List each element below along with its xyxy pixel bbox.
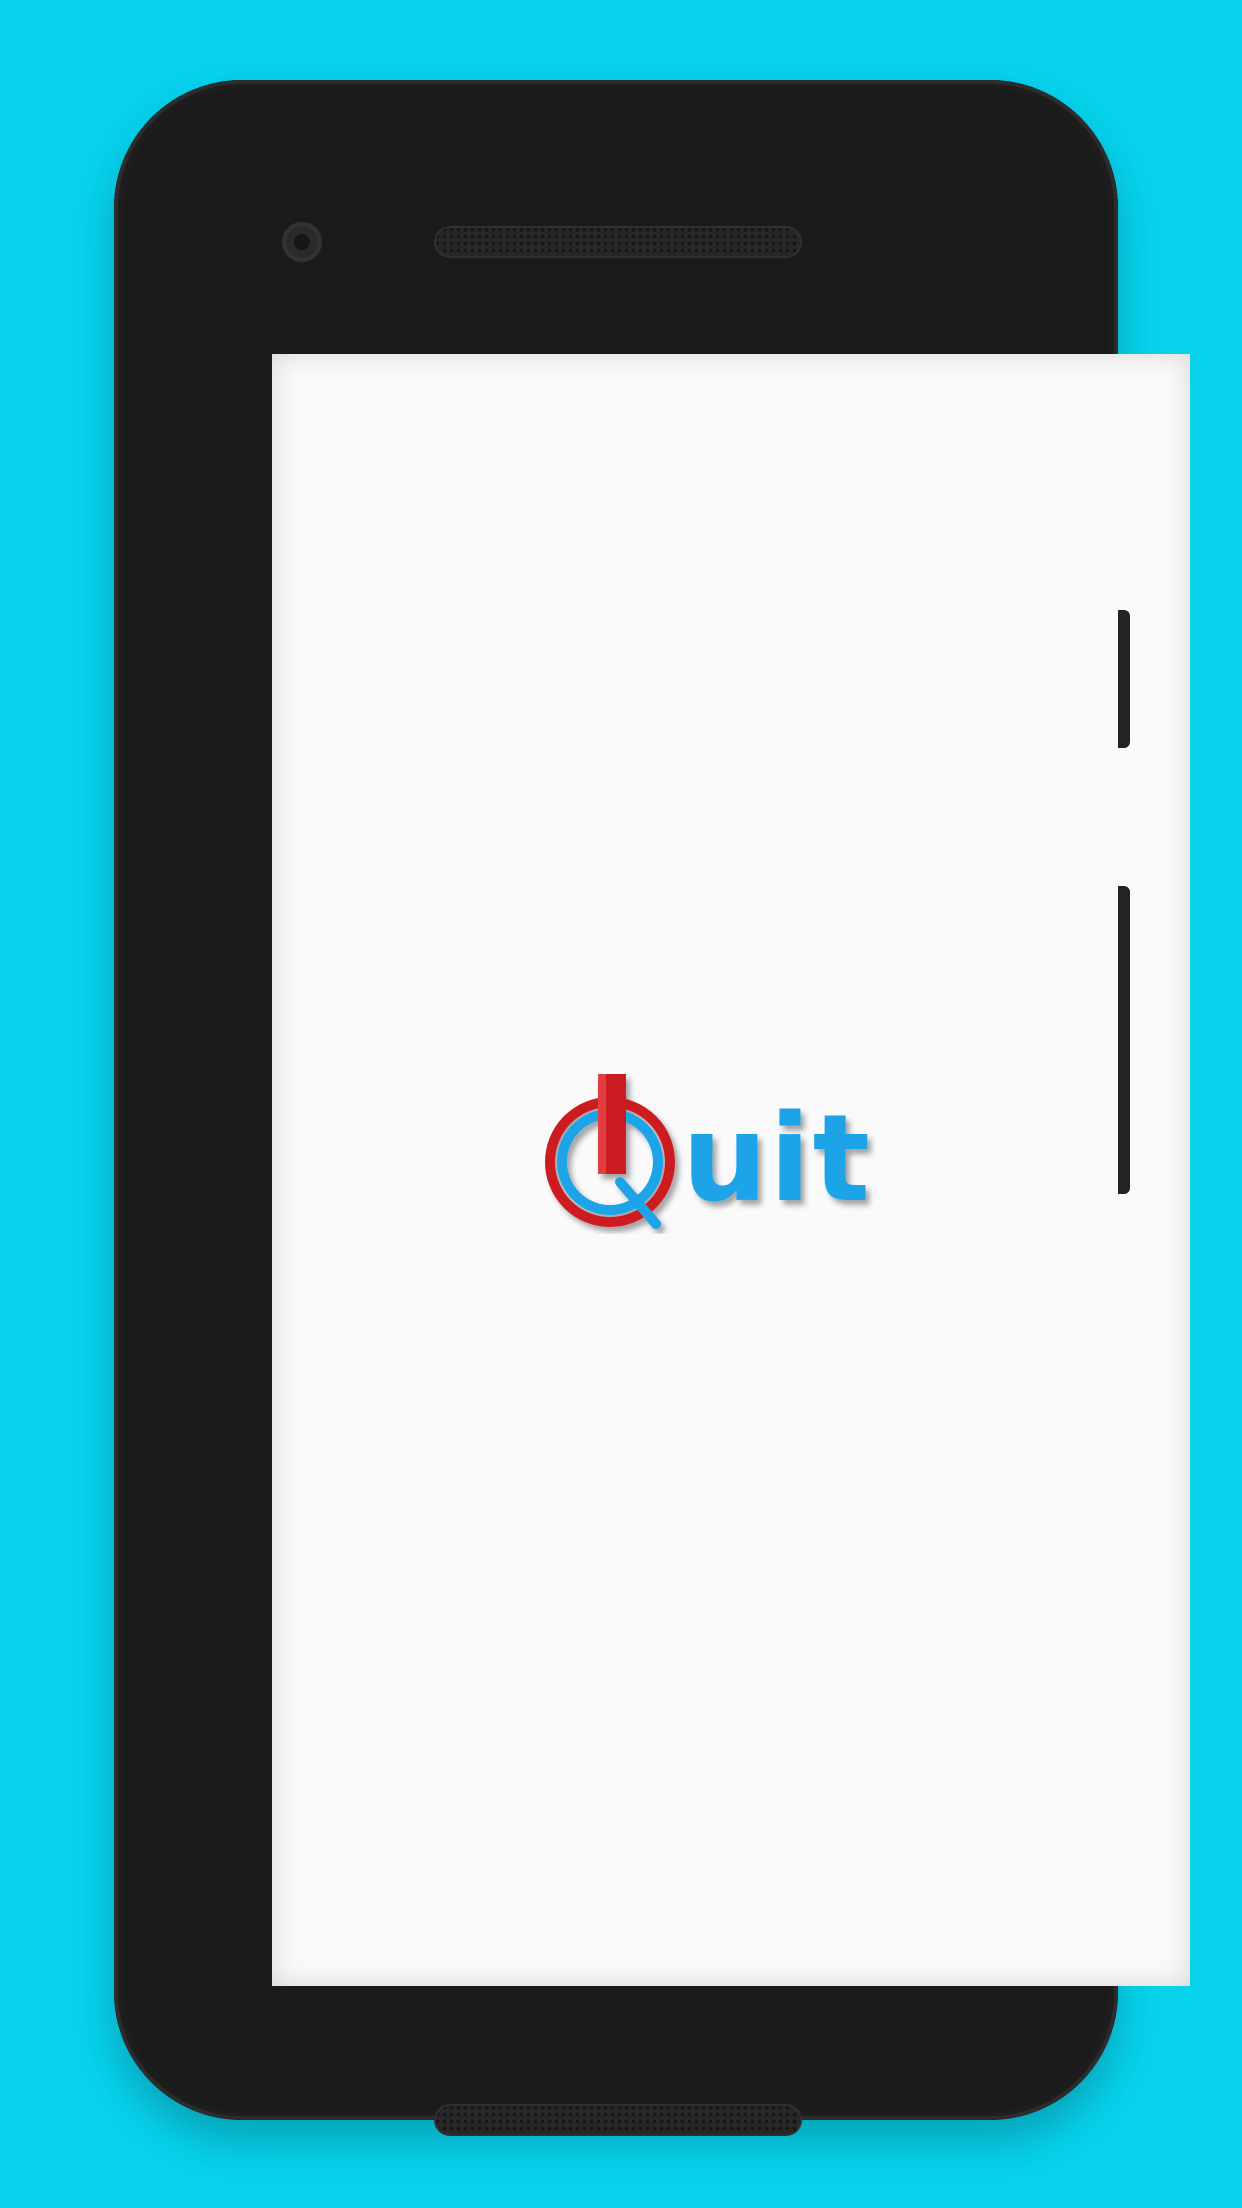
earpiece-speaker	[434, 226, 802, 258]
background: uit	[0, 0, 1242, 2208]
phone-device-frame: uit	[114, 80, 1190, 2136]
logo-wordmark: uit	[682, 1090, 872, 1229]
app-logo: uit	[542, 1074, 922, 1234]
quit-logo: uit	[545, 1074, 872, 1229]
power-button[interactable]	[1118, 610, 1130, 748]
bottom-speaker	[434, 2104, 802, 2136]
front-camera-icon	[282, 222, 322, 262]
power-q-icon	[545, 1074, 675, 1229]
splash-screen: uit	[272, 354, 1190, 1986]
volume-button[interactable]	[1118, 886, 1130, 1194]
